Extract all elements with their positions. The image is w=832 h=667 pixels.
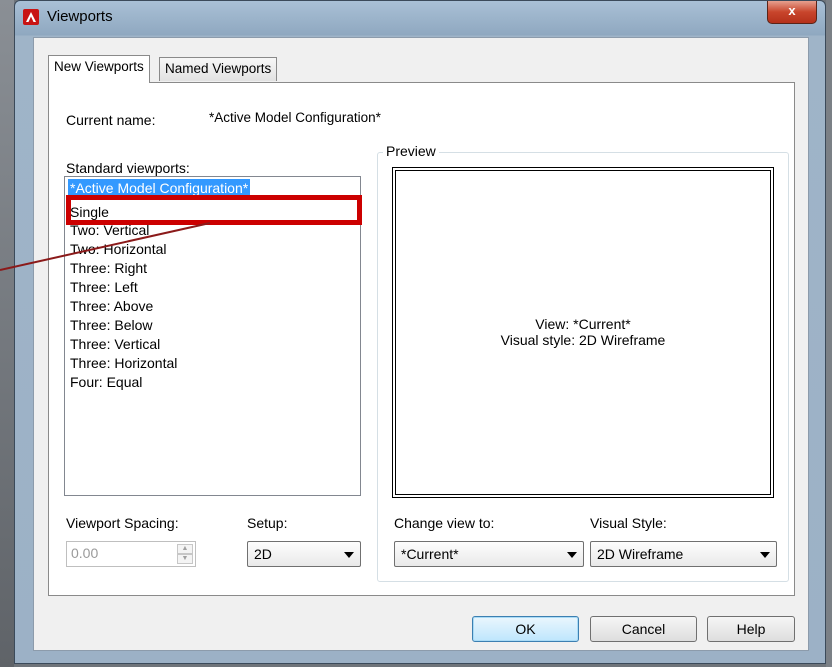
spin-up-icon[interactable]: ▲ (177, 544, 193, 554)
preview-pane: View: *Current* Visual style: 2D Wirefra… (392, 167, 774, 498)
list-item[interactable]: Four: Equal (70, 373, 142, 392)
viewport-spacing-value: 0.00 (71, 545, 99, 561)
preview-style-text: Visual style: 2D Wireframe (500, 332, 666, 348)
ok-button[interactable]: OK (472, 616, 579, 642)
viewport-spacing-spinner[interactable]: 0.00 ▲ ▼ (66, 541, 196, 567)
current-name-value: *Active Model Configuration* (209, 110, 381, 125)
list-item[interactable]: Three: Vertical (70, 335, 160, 354)
spin-down-icon[interactable]: ▼ (177, 554, 193, 564)
current-name-label: Current name: (66, 112, 156, 128)
tab-named-viewports[interactable]: Named Viewports (159, 57, 278, 81)
setup-dropdown[interactable]: 2D (247, 541, 361, 567)
spinner-buttons: ▲ ▼ (177, 544, 193, 564)
setup-value: 2D (254, 546, 272, 562)
highlight-annotation (66, 195, 362, 225)
chevron-down-icon (344, 552, 354, 558)
help-button[interactable]: Help (707, 616, 795, 642)
list-item[interactable]: Three: Horizontal (70, 354, 177, 373)
list-item[interactable]: Three: Left (70, 278, 138, 297)
preview-label: Preview (383, 143, 439, 159)
list-item[interactable]: Three: Below (70, 316, 152, 335)
viewport-spacing-label: Viewport Spacing: (66, 515, 179, 531)
list-item[interactable]: Three: Right (70, 259, 147, 278)
cancel-button[interactable]: Cancel (590, 616, 697, 642)
list-item[interactable]: Three: Above (70, 297, 153, 316)
desktop-background-right (826, 0, 832, 667)
preview-text: View: *Current* Visual style: 2D Wirefra… (396, 316, 770, 348)
desktop-background-left (0, 0, 14, 667)
tab-label: New Viewports (54, 59, 144, 74)
standard-viewports-label: Standard viewports: (66, 160, 190, 176)
preview-view-text: View: *Current* (535, 316, 631, 332)
list-item[interactable]: Two: Horizontal (70, 240, 166, 259)
autocad-logo-icon (23, 9, 39, 25)
setup-label: Setup: (247, 515, 288, 531)
title-bar[interactable]: Viewports x (15, 1, 825, 35)
tab-new-viewports[interactable]: New Viewports (48, 55, 150, 83)
tab-label: Named Viewports (165, 61, 272, 76)
window-title: Viewports (47, 8, 113, 25)
close-button[interactable]: x (767, 1, 817, 24)
